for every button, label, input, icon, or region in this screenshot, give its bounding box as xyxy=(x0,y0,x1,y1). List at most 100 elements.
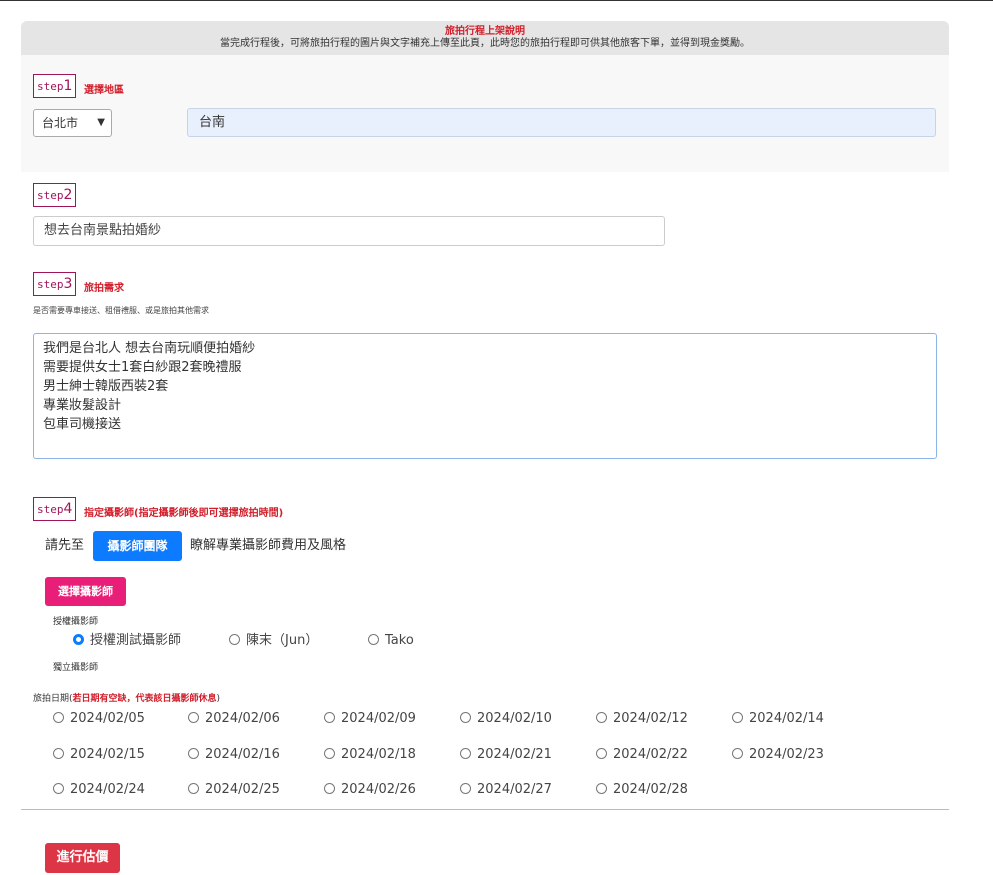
trip-title-input[interactable]: 想去台南景點拍婚紗 xyxy=(33,216,665,246)
date-label: 2024/02/27 xyxy=(477,782,552,797)
estimate-button[interactable]: 進行估價 xyxy=(45,843,120,873)
requirements-line: 包車司機接送 xyxy=(43,417,122,432)
date-label: 2024/02/28 xyxy=(613,782,688,797)
radio-icon xyxy=(324,783,335,794)
date-label: 2024/02/24 xyxy=(70,782,145,797)
date-radio[interactable]: 2024/02/21 xyxy=(460,747,552,763)
date-radio[interactable]: 2024/02/26 xyxy=(324,782,416,798)
trip-date-label-suffix: ) xyxy=(216,694,221,704)
photographer-team-button[interactable]: 攝影師團隊 xyxy=(93,531,182,561)
photographer-radio[interactable]: 陳末（Jun） xyxy=(229,633,318,649)
date-label: 2024/02/12 xyxy=(613,711,688,726)
trip-date-label: 旅拍日期(若日期有空缺，代表該日攝影師休息) xyxy=(33,691,220,704)
date-label: 2024/02/21 xyxy=(477,747,552,762)
radio-icon xyxy=(596,748,607,759)
divider xyxy=(21,809,949,810)
step2-prefix: step xyxy=(37,189,64,202)
date-radio[interactable]: 2024/02/25 xyxy=(188,782,280,798)
trip-date-label-note: 若日期有空缺，代表該日攝影師休息 xyxy=(72,694,217,704)
radio-icon xyxy=(53,783,64,794)
date-label: 2024/02/25 xyxy=(205,782,280,797)
radio-icon xyxy=(732,748,743,759)
radio-icon xyxy=(188,748,199,759)
lead-text-post: 瞭解專業攝影師費用及風格 xyxy=(190,538,347,553)
step4-badge: step4 xyxy=(33,497,77,521)
area-input[interactable]: 台南 xyxy=(187,108,936,137)
radio-icon xyxy=(596,783,607,794)
lead-text-pre: 請先至 xyxy=(45,538,85,553)
date-label: 2024/02/09 xyxy=(341,711,416,726)
requirements-textarea[interactable]: 我們是台北人 想去台南玩順便拍婚紗 需要提供女士1套白紗跟2套晚禮服 男士紳士韓… xyxy=(33,333,937,459)
date-radio[interactable]: 2024/02/24 xyxy=(53,782,145,798)
chevron-down-icon: ▼ xyxy=(97,117,105,128)
photographer-name: 陳末（Jun） xyxy=(246,633,319,648)
radio-icon xyxy=(324,712,335,723)
date-radio[interactable]: 2024/02/14 xyxy=(732,711,824,727)
date-label: 2024/02/26 xyxy=(341,782,416,797)
date-label: 2024/02/05 xyxy=(70,711,145,726)
notice-banner: 旅拍行程上架說明 當完成行程後，可將旅拍行程的圖片與文字補充上傳至此頁，此時您的… xyxy=(21,21,949,55)
city-select[interactable]: 台北市 ▼ xyxy=(33,109,112,137)
authorized-photographer-label: 授權攝影師 xyxy=(53,617,99,627)
date-radio[interactable]: 2024/02/12 xyxy=(596,711,688,727)
photographer-radio[interactable]: 授權測試攝影師 xyxy=(73,633,181,649)
requirements-line: 男士紳士韓版西裝2套 xyxy=(43,379,169,394)
radio-icon xyxy=(460,748,471,759)
date-label: 2024/02/23 xyxy=(749,747,824,762)
date-radio[interactable]: 2024/02/22 xyxy=(596,747,688,763)
date-radio[interactable]: 2024/02/09 xyxy=(324,711,416,727)
radio-icon xyxy=(188,783,199,794)
date-radio[interactable]: 2024/02/28 xyxy=(596,782,688,798)
radio-icon xyxy=(732,712,743,723)
step1-prefix: step xyxy=(37,80,64,93)
radio-icon xyxy=(53,712,64,723)
date-radio[interactable]: 2024/02/06 xyxy=(188,711,280,727)
city-select-value: 台北市 xyxy=(42,116,79,130)
radio-icon xyxy=(596,712,607,723)
requirements-line: 需要提供女士1套白紗跟2套晚禮服 xyxy=(43,360,242,375)
notice-text: 當完成行程後，可將旅拍行程的圖片與文字補充上傳至此頁，此時您的旅拍行程即可供其他… xyxy=(220,38,750,49)
radio-icon xyxy=(229,634,240,645)
photographer-radio[interactable]: Tako xyxy=(368,633,414,649)
step1-badge: step1 xyxy=(33,74,77,98)
date-label: 2024/02/15 xyxy=(70,747,145,762)
requirements-line: 我們是台北人 想去台南玩順便拍婚紗 xyxy=(43,341,256,356)
radio-icon xyxy=(324,748,335,759)
step1-title: 選擇地區 xyxy=(84,85,124,96)
step2-badge: step2 xyxy=(33,183,77,207)
photographer-name: Tako xyxy=(385,633,414,648)
radio-icon xyxy=(53,748,64,759)
top-border xyxy=(0,0,993,1)
date-radio[interactable]: 2024/02/15 xyxy=(53,747,145,763)
step3-prefix: step xyxy=(37,278,64,291)
radio-icon xyxy=(188,712,199,723)
radio-checked-icon xyxy=(73,634,84,645)
step4-prefix: step xyxy=(37,503,64,516)
choose-photographer-button[interactable]: 選擇攝影師 xyxy=(45,577,126,606)
step4-title: 指定攝影師(指定攝影師後即可選擇旅拍時間) xyxy=(84,508,284,519)
date-label: 2024/02/14 xyxy=(749,711,824,726)
date-radio[interactable]: 2024/02/27 xyxy=(460,782,552,798)
step2-number: 2 xyxy=(63,187,73,203)
date-radio[interactable]: 2024/02/23 xyxy=(732,747,824,763)
radio-icon xyxy=(460,783,471,794)
date-label: 2024/02/10 xyxy=(477,711,552,726)
date-radio[interactable]: 2024/02/18 xyxy=(324,747,416,763)
step3-title: 旅拍需求 xyxy=(84,283,124,294)
photographer-name: 授權測試攝影師 xyxy=(90,633,182,648)
date-label: 2024/02/06 xyxy=(205,711,280,726)
independent-photographer-label: 獨立攝影師 xyxy=(53,663,99,673)
step4-number: 4 xyxy=(63,501,73,517)
radio-icon xyxy=(460,712,471,723)
step1-number: 1 xyxy=(63,78,73,94)
step3-number: 3 xyxy=(63,276,73,292)
trip-date-label-prefix: 旅拍日期( xyxy=(33,694,73,704)
requirements-line: 專業妝髮設計 xyxy=(43,398,122,413)
date-label: 2024/02/22 xyxy=(613,747,688,762)
requirements-hint: 是否需要專車接送、租借禮服、或是旅拍其他需求 xyxy=(33,306,209,315)
step3-badge: step3 xyxy=(33,272,77,296)
date-radio[interactable]: 2024/02/10 xyxy=(460,711,552,727)
date-radio[interactable]: 2024/02/16 xyxy=(188,747,280,763)
date-label: 2024/02/16 xyxy=(205,747,280,762)
date-radio[interactable]: 2024/02/05 xyxy=(53,711,145,727)
